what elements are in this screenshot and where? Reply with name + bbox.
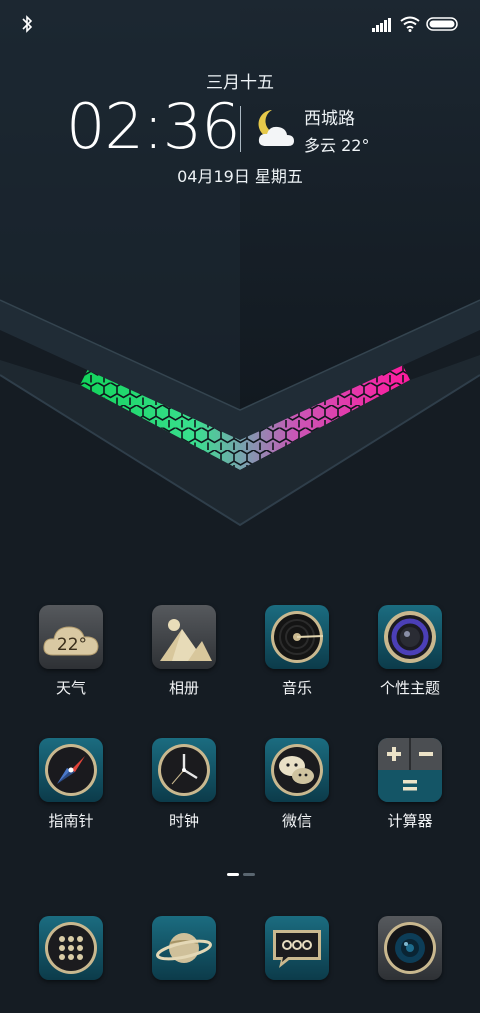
bluetooth-icon — [22, 15, 33, 33]
calculator-icon — [378, 738, 442, 802]
app-music[interactable]: 音乐 — [247, 605, 347, 698]
app-compass[interactable]: 指南针 — [21, 738, 121, 831]
camera-lens-icon — [378, 916, 442, 980]
page-indicator — [227, 873, 255, 876]
app-gallery[interactable]: 相册 — [134, 605, 234, 698]
app-label: 指南针 — [48, 812, 94, 830]
weather-cloud-icon: 22° — [39, 605, 103, 669]
weather-summary: 多云 22° — [304, 136, 370, 155]
app-themes[interactable]: 个性主题 — [360, 605, 460, 698]
dock-browser[interactable] — [134, 916, 234, 980]
clock-divider — [240, 106, 241, 152]
signal-icon — [372, 18, 391, 32]
app-weather[interactable]: 22° 天气 — [21, 605, 121, 698]
clock-time[interactable]: 02:36 — [66, 90, 241, 163]
app-label: 天气 — [55, 679, 86, 697]
moon-cloud-icon — [258, 110, 294, 146]
app-label: 个性主题 — [379, 679, 440, 697]
date-label: 04月19日 星期五 — [177, 167, 303, 186]
battery-icon — [426, 17, 458, 31]
app-label: 时钟 — [168, 812, 199, 830]
theme-lens-icon — [378, 605, 442, 669]
weather-tile-temp: 22° — [57, 635, 87, 655]
messages-icon — [265, 916, 329, 980]
app-label: 计算器 — [387, 812, 433, 830]
wechat-icon — [265, 738, 329, 802]
app-label: 微信 — [281, 812, 312, 830]
dock-messages[interactable] — [247, 916, 347, 980]
status-bar — [0, 0, 480, 48]
app-label: 相册 — [168, 679, 199, 697]
weather-city: 西城路 — [304, 109, 355, 129]
dock-phone[interactable] — [21, 916, 121, 980]
vinyl-record-icon — [265, 605, 329, 669]
app-wechat[interactable]: 微信 — [247, 738, 347, 831]
app-clock[interactable]: 时钟 — [134, 738, 234, 831]
wifi-icon — [400, 16, 420, 32]
dock-camera[interactable] — [360, 916, 460, 980]
planet-browser-icon — [152, 916, 216, 980]
photo-mountain-icon — [152, 605, 216, 669]
clock-icon — [152, 738, 216, 802]
app-label: 音乐 — [281, 679, 312, 697]
dialer-keypad-icon — [39, 916, 103, 980]
compass-icon — [39, 738, 103, 802]
app-calculator[interactable]: 计算器 — [360, 738, 460, 831]
